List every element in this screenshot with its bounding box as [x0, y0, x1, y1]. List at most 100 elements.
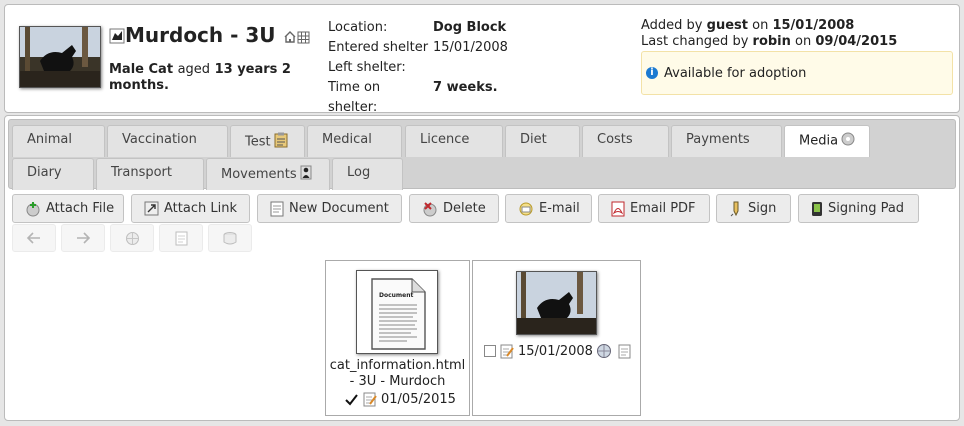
arrow-right-icon — [77, 232, 91, 244]
delete-button[interactable]: Delete — [409, 194, 499, 223]
attach-file-button[interactable]: Attach File — [12, 194, 124, 223]
kennel-icon — [297, 25, 310, 49]
time-on-value: 7 weeks. — [433, 80, 498, 95]
media-thumbnail[interactable]: Document — [356, 270, 438, 354]
button-label: Attach Link — [164, 201, 237, 216]
added-date: 15/01/2008 — [772, 18, 855, 33]
media-date: 15/01/2008 — [518, 343, 593, 359]
sex-species: Male Cat — [109, 62, 174, 77]
button-label: Attach File — [46, 201, 115, 216]
tab-label: Costs — [597, 132, 633, 147]
delete-icon — [423, 201, 437, 216]
tab-vaccination[interactable]: Vaccination — [107, 125, 228, 157]
button-label: New Document — [289, 201, 389, 216]
tab-log[interactable]: Log — [332, 158, 403, 190]
record-panel: Animal Vaccination Test Medical Licence … — [4, 115, 960, 421]
button-label: Email PDF — [630, 201, 696, 216]
status-text: Available for adoption — [664, 65, 807, 81]
button-label: Signing Pad — [828, 201, 905, 216]
globe-icon[interactable] — [596, 343, 612, 359]
select-checkbox[interactable] — [484, 345, 496, 357]
email-icon — [519, 202, 533, 215]
pen-icon — [730, 201, 739, 216]
changed-user: robin — [752, 34, 791, 49]
audit-info: Added by guest on 15/01/2008 Last change… — [641, 18, 897, 50]
tab-label: Licence — [420, 132, 470, 147]
cat-photo — [517, 272, 596, 334]
entered-label: Entered shelter — [328, 40, 429, 55]
checked-checkbox[interactable] — [344, 393, 359, 407]
entered-value: 15/01/2008 — [433, 40, 508, 55]
tab-medical[interactable]: Medical — [307, 125, 402, 157]
aged-label: aged — [177, 62, 211, 77]
media-icon — [841, 132, 855, 150]
media-meta: 15/01/2008 — [484, 343, 635, 359]
left-label: Left shelter: — [328, 60, 406, 75]
added-on: on — [752, 18, 769, 33]
tab-animal[interactable]: Animal — [12, 125, 105, 157]
tab-licence[interactable]: Licence — [405, 125, 503, 157]
tab-movements[interactable]: Movements — [206, 158, 330, 190]
edit-note-icon[interactable] — [500, 344, 514, 359]
database-icon — [223, 231, 237, 244]
tab-label: Test — [245, 134, 271, 150]
document-icon — [175, 231, 187, 245]
sign-button[interactable]: Sign — [716, 194, 791, 223]
email-pdf-button[interactable]: Email PDF — [598, 194, 710, 223]
tab-label: Payments — [686, 132, 750, 147]
media-date: 01/05/2015 — [381, 392, 456, 407]
move-left-button[interactable] — [12, 224, 56, 252]
tab-label: Transport — [111, 165, 173, 180]
info-icon: i — [646, 67, 658, 79]
tab-label: Animal — [27, 132, 72, 147]
media-item[interactable]: Document cat_information.html - 3U - Mur… — [325, 260, 470, 416]
media-meta: 01/05/2015 — [344, 392, 456, 407]
tab-payments[interactable]: Payments — [671, 125, 782, 157]
person-icon — [300, 165, 312, 184]
animal-title: Murdoch - 3U — [109, 23, 310, 49]
button-label: E-mail — [539, 201, 580, 216]
link-icon — [144, 201, 159, 216]
document-file-icon: Document — [371, 278, 426, 350]
tab-media[interactable]: Media — [784, 125, 870, 157]
media-thumbnail[interactable] — [516, 271, 597, 335]
tablet-icon — [812, 201, 822, 216]
location-value: Dog Block — [433, 20, 507, 35]
media-item[interactable]: 15/01/2008 — [472, 260, 641, 416]
tab-costs[interactable]: Costs — [582, 125, 669, 157]
document-icon[interactable] — [618, 344, 631, 359]
media-filename: cat_information.html - 3U - Murdoch — [329, 358, 466, 389]
changed-prefix: Last changed by — [641, 34, 749, 49]
tab-diet[interactable]: Diet — [505, 125, 580, 157]
move-right-button[interactable] — [61, 224, 105, 252]
clipboard-icon — [274, 132, 288, 152]
tab-diary[interactable]: Diary — [12, 158, 94, 190]
time-on-label: Time on shelter: — [328, 80, 381, 115]
attach-file-icon — [26, 201, 40, 216]
tab-label: Medical — [322, 132, 372, 147]
animal-summary: Male Cat aged 13 years 2 months. — [109, 62, 309, 94]
document-action-button[interactable] — [159, 224, 203, 252]
tab-label: Log — [347, 165, 371, 180]
location-label: Location: — [328, 20, 388, 35]
tab-label: Movements — [221, 167, 297, 182]
web-publish-button[interactable] — [110, 224, 154, 252]
tab-label: Diary — [27, 165, 62, 180]
shelter-info: Location: Dog Block Entered shelter 15/01/… — [328, 18, 508, 118]
email-button[interactable]: E-mail — [505, 194, 592, 223]
edit-note-icon[interactable] — [363, 392, 377, 407]
tab-transport[interactable]: Transport — [96, 158, 204, 190]
animal-thumbnail[interactable] — [19, 26, 101, 88]
added-prefix: Added by — [641, 18, 703, 33]
rotate-button[interactable] — [208, 224, 252, 252]
tab-label: Diet — [520, 132, 547, 147]
signing-pad-button[interactable]: Signing Pad — [798, 194, 919, 223]
button-label: Sign — [748, 201, 777, 216]
document-heading: Document — [379, 292, 414, 299]
attach-link-button[interactable]: Attach Link — [131, 194, 250, 223]
new-document-button[interactable]: New Document — [257, 194, 402, 223]
pdf-icon — [611, 201, 625, 216]
tab-test[interactable]: Test — [230, 125, 305, 157]
animal-name: Murdoch - 3U — [125, 23, 276, 47]
home-icon — [283, 25, 297, 49]
